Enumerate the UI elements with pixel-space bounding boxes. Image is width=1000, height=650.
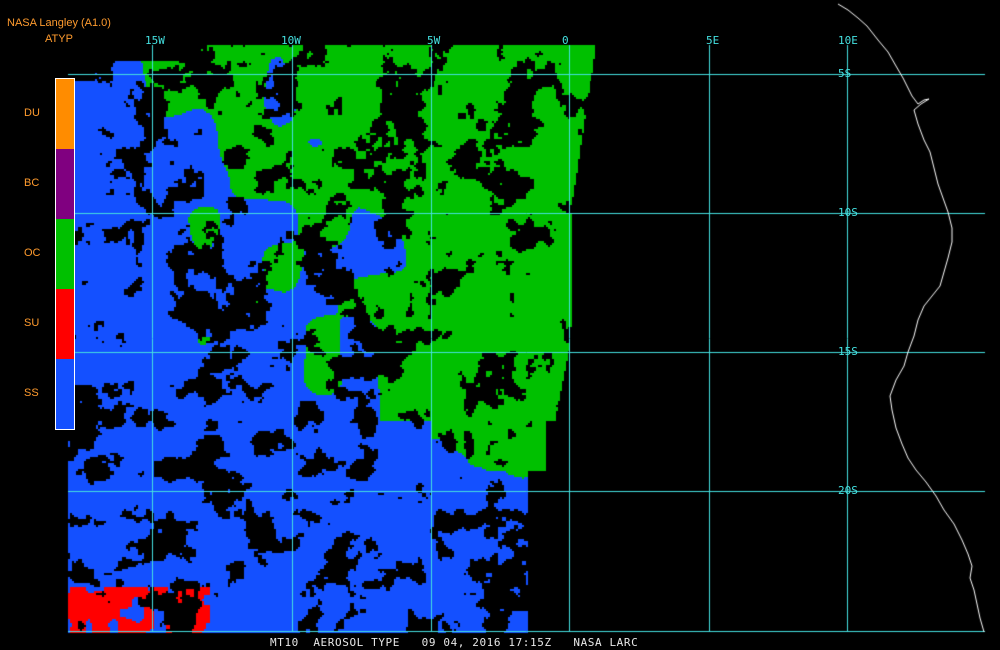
legend-label-du: DU [24,107,40,119]
lon-label-5w: 5W [427,34,441,47]
product-code: ATYP [45,33,73,45]
legend-label-ss: SS [24,387,39,399]
lat-label-10s: 10S [838,206,858,219]
lon-label-10w: 10W [281,34,301,47]
lon-label-15w: 15W [145,34,165,47]
aerosol-type-map [0,0,1000,650]
lat-label-15s: 15S [838,345,858,358]
lat-label-20s: 20S [838,484,858,497]
lon-label-5e: 5E [706,34,720,47]
legend-label-bc: BC [24,177,40,189]
legend-label-su: SU [24,317,40,329]
footer-caption: MT10 AEROSOL TYPE 09 04, 2016 17:15Z NAS… [270,636,639,649]
lon-label-0: 0 [562,34,569,47]
lon-label-10e: 10E [838,34,858,47]
legend-label-oc: OC [24,247,41,259]
lat-label-5s: 5S [838,67,852,80]
source-title: NASA Langley (A1.0) [7,17,111,29]
